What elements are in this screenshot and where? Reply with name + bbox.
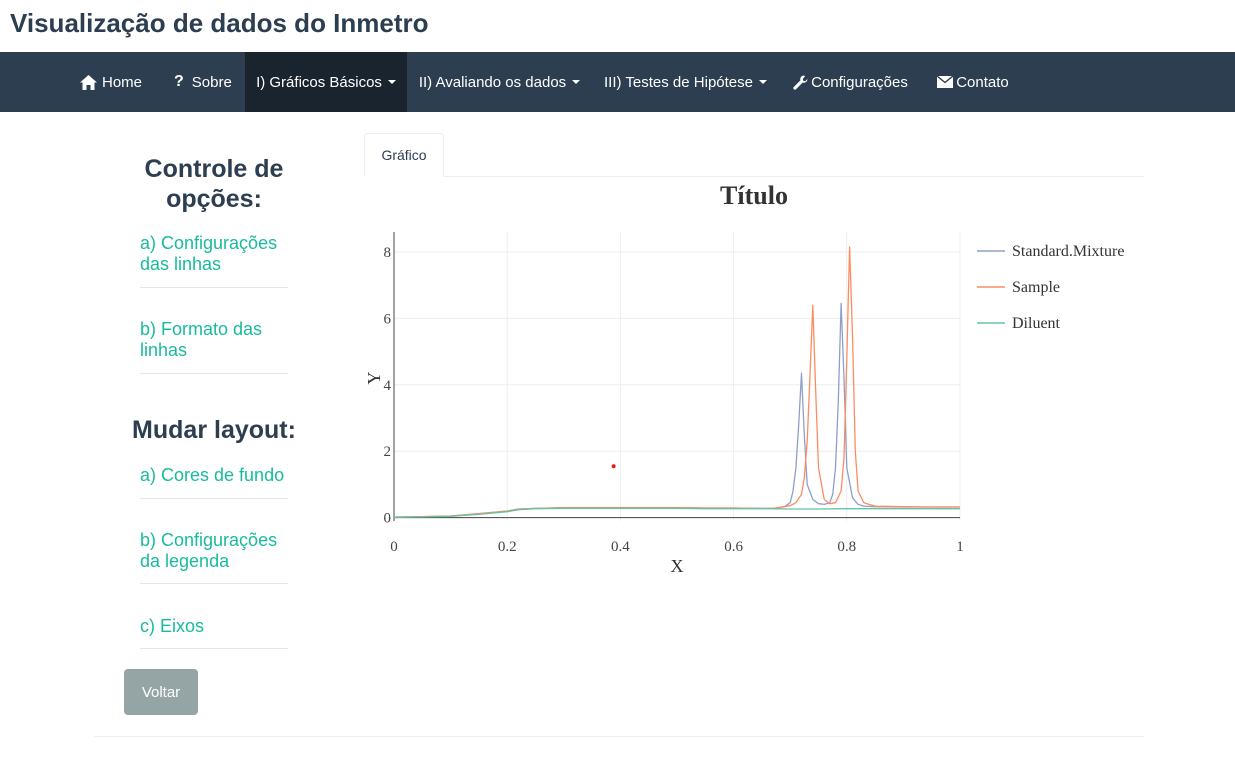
heading-line: opções: (166, 185, 262, 213)
y-tick-label: 2 (384, 444, 392, 460)
link-configuracoes-legenda[interactable]: b) Configurações da legenda (140, 530, 288, 572)
x-axis-label: X (671, 556, 684, 576)
x-tick-label: 1 (956, 539, 964, 555)
caret-down-icon (758, 80, 767, 84)
divider (140, 287, 288, 288)
tab-bar-line (364, 176, 1144, 177)
x-tick-label: 0 (390, 539, 398, 555)
link-line: da legenda (140, 551, 230, 571)
line-chart[interactable]: Título 0 0.2 0.4 0.6 0.8 1 0 2 4 6 8 X Y Standard.Mixt… (360, 178, 1160, 598)
link-eixos[interactable]: c) Eixos (140, 616, 288, 637)
nav-contato[interactable]: Contato (922, 52, 1024, 112)
footer-divider (94, 736, 1144, 737)
nav-graficos-basicos-label: I) Gráficos Básicos (256, 73, 382, 91)
series-line-standard-mixture (393, 302, 960, 518)
tab-grafico[interactable]: Gráfico (364, 133, 444, 177)
options-control-heading: Controle de opções: (120, 154, 308, 214)
series-line-sample (393, 246, 960, 518)
y-tick-label: 0 (384, 511, 392, 527)
wrench-icon (793, 75, 808, 90)
nav-testes-hipotese-label: III) Testes de Hipótese (604, 73, 753, 91)
link-line: b) Formato das (140, 319, 263, 339)
nav-avaliando-dados-label: II) Avaliando os dados (418, 73, 567, 91)
link-line: b) Configurações (140, 530, 278, 550)
x-tick-label: 0.4 (611, 539, 630, 555)
caret-down-icon (387, 80, 396, 84)
nav-graficos-basicos[interactable]: I) Gráficos Básicos (245, 52, 407, 112)
question-icon: ? (174, 73, 184, 90)
caret-down-icon (572, 80, 581, 84)
annotation-point (611, 464, 616, 469)
divider (140, 498, 288, 499)
link-configuracoes-linhas[interactable]: a) Configurações das linhas (140, 233, 288, 275)
heading-line: Controle de (144, 155, 284, 183)
link-line: a) Cores de fundo (140, 465, 285, 485)
link-line: linhas (140, 340, 188, 360)
nav-home-label: Home (102, 73, 143, 91)
x-tick-label: 0.2 (498, 539, 517, 555)
series-line-diluent (393, 507, 960, 518)
link-formato-linhas[interactable]: b) Formato das linhas (140, 319, 288, 361)
nav-testes-hipotese[interactable]: III) Testes de Hipótese (592, 52, 779, 112)
link-line: c) Eixos (140, 616, 205, 636)
legend-label: Sample (1012, 279, 1060, 296)
link-cores-fundo[interactable]: a) Cores de fundo (140, 465, 288, 486)
nav-configuracoes[interactable]: Configurações (779, 52, 922, 112)
nav-home[interactable]: Home (68, 52, 154, 112)
nav-contato-label: Contato (956, 73, 1009, 91)
link-line: a) Configurações (140, 233, 278, 253)
top-navbar: Home ? Sobre I) Gráficos Básicos II) Ava… (0, 52, 1235, 112)
back-button[interactable]: Voltar (124, 669, 198, 715)
link-line: das linhas (140, 254, 222, 274)
y-tick-label: 4 (384, 378, 392, 394)
y-axis-label: Y (364, 372, 384, 385)
app-title: Visualização de dados do Inmetro (10, 8, 429, 38)
x-tick-label: 0.6 (724, 539, 743, 555)
chart-title: Título (720, 181, 788, 210)
divider (140, 373, 288, 374)
change-layout-heading: Mudar layout: (132, 416, 296, 444)
nav-configuracoes-label: Configurações (811, 73, 908, 91)
home-icon (80, 74, 97, 90)
y-tick-label: 6 (384, 311, 392, 327)
legend-label: Diluent (1012, 315, 1061, 332)
nav-sobre[interactable]: ? Sobre (160, 52, 246, 112)
x-tick-label: 0.8 (837, 539, 856, 555)
envelope-icon (937, 76, 954, 88)
nav-sobre-label: Sobre (191, 73, 232, 91)
legend-label: Standard.Mixture (1012, 243, 1124, 260)
divider (140, 648, 288, 649)
nav-avaliando-dados[interactable]: II) Avaliando os dados (407, 52, 592, 112)
y-tick-label: 8 (384, 245, 392, 261)
divider (140, 583, 288, 584)
